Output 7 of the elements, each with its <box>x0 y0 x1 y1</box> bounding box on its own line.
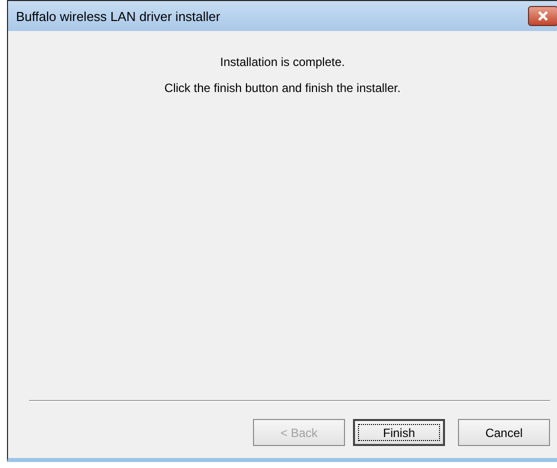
cancel-button[interactable]: Cancel <box>458 419 550 446</box>
close-button[interactable] <box>528 6 557 26</box>
window-title: Buffalo wireless LAN driver installer <box>16 8 220 24</box>
message-text: Installation is complete. <box>220 55 345 69</box>
finish-button[interactable]: Finish <box>353 419 445 446</box>
message-text: Click the finish button and finish the installer. <box>164 81 401 95</box>
close-icon <box>537 11 549 21</box>
